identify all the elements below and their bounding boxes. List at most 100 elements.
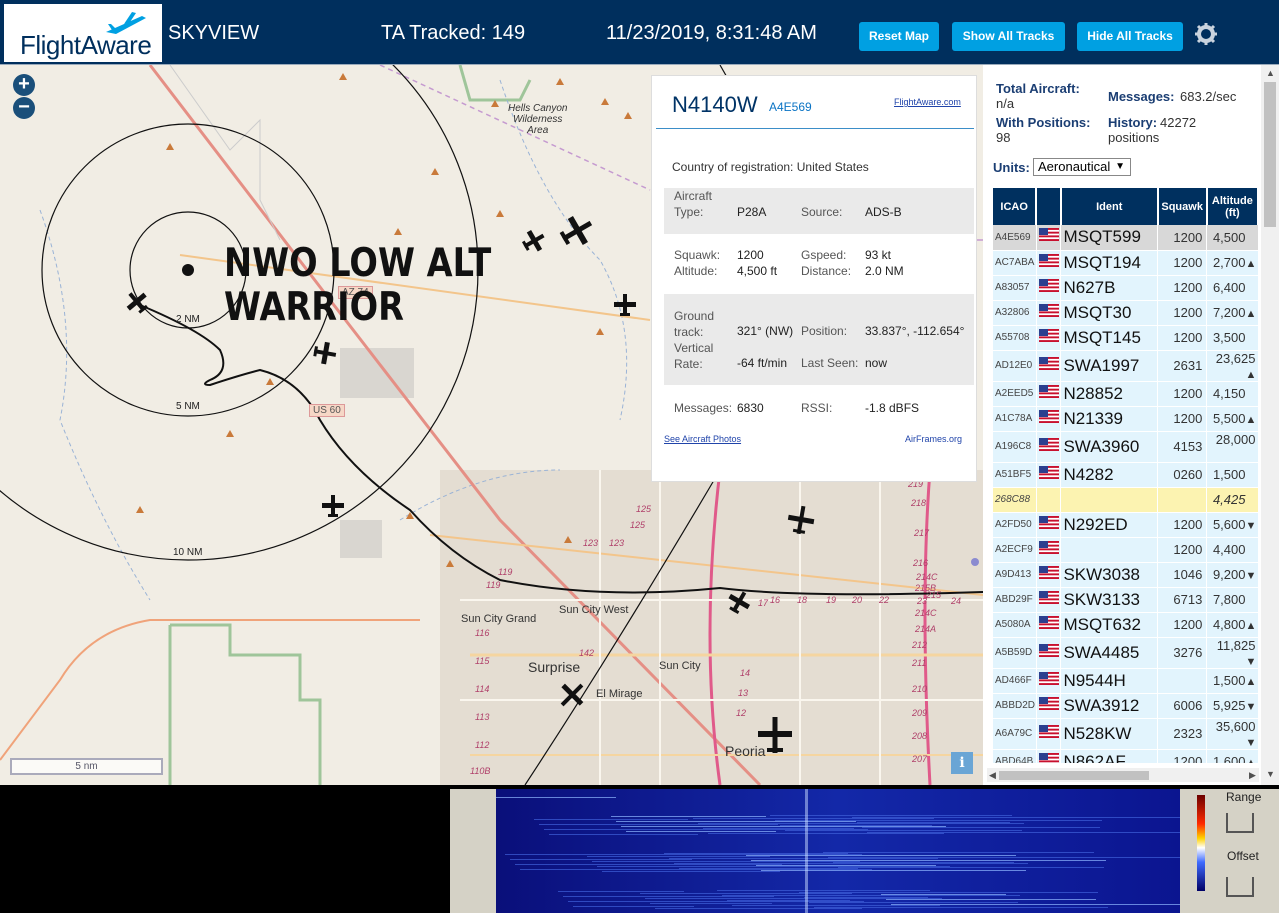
zoom-out-button[interactable]: −	[13, 97, 35, 119]
cell-ident: MSQT632	[1060, 612, 1159, 638]
table-row[interactable]: 268C88 4,425	[993, 487, 1259, 513]
scrollbar-thumb[interactable]	[1264, 82, 1276, 227]
scroll-right-icon[interactable]: ▶	[1249, 770, 1256, 781]
cell-icao: ABBD2D	[993, 693, 1037, 719]
table-row[interactable]: A1C78A N21339 1200 5,500▲	[993, 406, 1259, 432]
cell-ident: SKW3133	[1060, 587, 1159, 613]
horizontal-scrollbar[interactable]: ◀ ▶	[987, 768, 1259, 782]
waterfall-trace	[891, 904, 1180, 905]
scroll-up-icon[interactable]: ▲	[1266, 68, 1275, 78]
us-flag-icon	[1038, 356, 1059, 370]
table-row[interactable]: A2FD50 N292ED 1200 5,600▼	[993, 512, 1259, 538]
col-squawk[interactable]: Squawk	[1157, 188, 1208, 225]
offset-slider[interactable]	[1226, 877, 1254, 897]
waterfall-trace	[698, 823, 1024, 824]
table-row[interactable]: A4E569 MSQT599 1200 4,500	[993, 225, 1259, 251]
cell-ident: MSQT145	[1060, 325, 1159, 351]
table-row[interactable]: ABBD2D SWA3912 6006 5,925▼	[993, 693, 1259, 719]
table-row[interactable]: AC7ABA MSQT194 1200 2,700▲	[993, 250, 1259, 276]
us-flag-icon	[1038, 590, 1059, 604]
table-row[interactable]: A6A79C N528KW 2323 35,600 ▼	[993, 718, 1259, 750]
col-icao[interactable]: ICAO	[993, 188, 1038, 225]
exit-number-label: 22	[879, 595, 890, 605]
scroll-down-icon[interactable]: ▼	[1266, 769, 1275, 779]
reset-map-button[interactable]: Reset Map	[859, 22, 939, 51]
zoom-in-button[interactable]: +	[13, 74, 35, 96]
cell-ident: MSQT30	[1060, 300, 1159, 326]
messages-value: 683.2/sec	[1180, 89, 1237, 104]
table-row[interactable]: AD466F N9544H 1,500▲	[993, 668, 1259, 694]
waterfall-trace	[804, 897, 928, 898]
table-row[interactable]: A32806 MSQT30 1200 7,200▲	[993, 300, 1259, 326]
altitude-value: 6,400	[1212, 280, 1246, 295]
aircraft-table[interactable]: ICAO Ident Squawk Altitude (ft) A4E569 MS…	[993, 188, 1259, 763]
table-row[interactable]: A55708 MSQT145 1200 3,500	[993, 325, 1259, 351]
cell-ident: SWA3912	[1060, 693, 1159, 719]
value-rssi: -1.8 dBFS	[865, 401, 920, 415]
table-row[interactable]: ABD29F SKW3133 6713 7,800	[993, 587, 1259, 613]
exit-number-label: 210	[912, 684, 928, 694]
exit-number-label: 119	[498, 567, 513, 577]
vertical-scrollbar[interactable]: ▲ ▼	[1261, 65, 1279, 785]
cell-flag	[1036, 487, 1062, 513]
col-ident[interactable]: Ident	[1060, 188, 1159, 225]
table-row[interactable]: A196C8 SWA3960 4153 28,000	[993, 431, 1259, 463]
waterfall-trace	[722, 895, 1020, 896]
exit-number-label: 119	[486, 580, 501, 590]
table-row[interactable]: A2EED5 N28852 1200 4,150	[993, 381, 1259, 407]
scroll-left-icon[interactable]: ◀	[989, 770, 996, 781]
table-row[interactable]: A5080A MSQT632 1200 4,800▲	[993, 612, 1259, 638]
table-row[interactable]: A9D413 SKW3038 1046 9,200▼	[993, 562, 1259, 588]
flightaware-link[interactable]: FlightAware.com	[894, 97, 961, 107]
table-row[interactable]: A51BF5 N4282 0260 1,500	[993, 462, 1259, 488]
aircraft-icon	[787, 505, 815, 535]
exit-number-label: 116	[475, 628, 490, 638]
value-aircraft-type: P28A	[737, 205, 767, 219]
waterfall-trace	[814, 907, 1108, 908]
spectrum-panel: Range Offset	[0, 785, 1279, 913]
table-row[interactable]: A83057 N627B 1200 6,400	[993, 275, 1259, 301]
airframes-link[interactable]: AirFrames.org	[905, 434, 962, 444]
gear-icon[interactable]	[1194, 22, 1218, 46]
range-slider[interactable]	[1226, 813, 1254, 833]
col-altitude[interactable]: Altitude (ft)	[1206, 188, 1259, 225]
cell-ident: SWA4485	[1060, 637, 1159, 669]
cell-icao: 268C88	[993, 487, 1037, 513]
waterfall-trace	[558, 891, 684, 892]
trend-icon: ▲	[1245, 258, 1257, 270]
place-label: Peoria	[725, 743, 766, 759]
col-flag[interactable]	[1036, 188, 1062, 225]
cell-squawk: 1200	[1157, 275, 1208, 301]
color-scale	[1197, 795, 1205, 891]
scrollbar-thumb[interactable]	[999, 771, 1149, 780]
aircraft-photos-link[interactable]: See Aircraft Photos	[664, 434, 741, 444]
waterfall-trace	[708, 833, 944, 834]
hide-all-tracks-button[interactable]: Hide All Tracks	[1077, 22, 1183, 51]
value-squawk: 1200	[737, 248, 764, 262]
cell-altitude: 1,600▲	[1206, 749, 1259, 763]
popup-hex[interactable]: A4E569	[769, 100, 812, 114]
cell-altitude: 35,600 ▼	[1206, 718, 1259, 750]
exit-number-label: 14	[740, 668, 751, 678]
altitude-value: 3,500	[1212, 330, 1246, 345]
waterfall-trace	[573, 906, 694, 907]
table-body: A4E569 MSQT599 1200 4,500 AC7ABA MSQT194 1200 2…	[993, 225, 1259, 763]
chevron-down-icon: ▼	[1115, 161, 1125, 172]
table-row[interactable]: A5B59D SWA4485 3276 11,825 ▼	[993, 637, 1259, 669]
units-select[interactable]: Aeronautical ▼	[1033, 158, 1131, 176]
flightaware-logo[interactable]: FlightAware	[4, 4, 162, 62]
table-row[interactable]: ABD64B N862AF 1200 1,600▲	[993, 749, 1259, 763]
info-button[interactable]: i	[951, 752, 973, 774]
us-flag-icon	[1038, 671, 1059, 685]
table-row[interactable]: A2ECF9 1200 4,400	[993, 537, 1259, 563]
tracked-count: TA Tracked: 149	[381, 22, 526, 44]
altitude-value: 4,800	[1212, 617, 1246, 632]
trend-icon: ▼	[1245, 655, 1257, 668]
show-all-tracks-button[interactable]: Show All Tracks	[952, 22, 1065, 51]
cell-flag	[1036, 462, 1062, 488]
table-row[interactable]: AD12E0 SWA1997 2631 23,625 ▲	[993, 350, 1259, 382]
cell-altitude: 1,500	[1206, 462, 1259, 488]
cell-squawk: 6713	[1157, 587, 1208, 613]
waterfall-trace	[732, 905, 940, 906]
waterfall-trace	[862, 827, 1100, 828]
